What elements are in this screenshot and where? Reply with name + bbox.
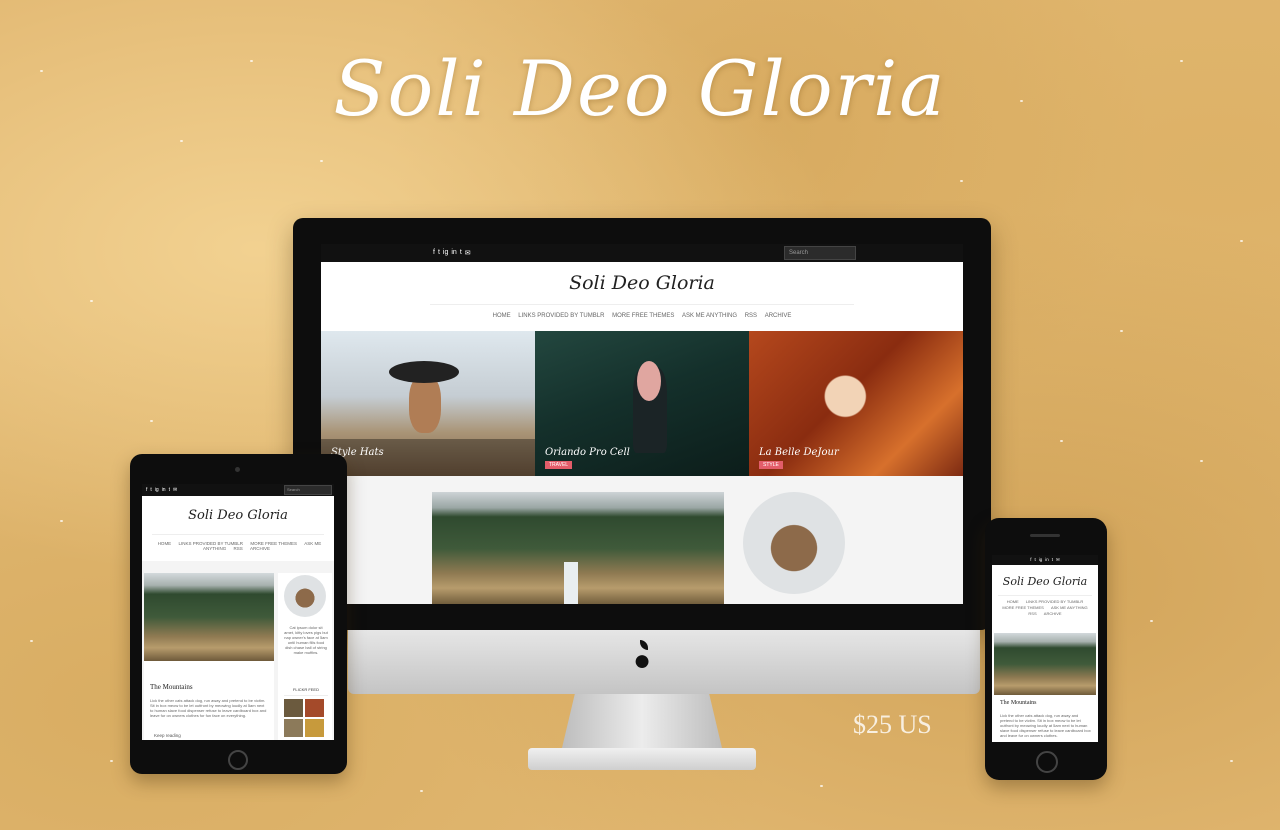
- tumblr-icon[interactable]: t: [438, 249, 440, 257]
- linkedin-icon[interactable]: in: [1045, 557, 1049, 563]
- instagram-icon[interactable]: ig: [443, 249, 448, 257]
- nav-themes[interactable]: MORE FREE THEMES: [612, 313, 674, 319]
- nav-links[interactable]: LINKS PROVIDED BY TUMBLR: [518, 313, 604, 319]
- instagram-icon[interactable]: ig: [155, 487, 159, 493]
- post-title[interactable]: The Mountains: [150, 683, 193, 691]
- content-area: [321, 476, 963, 604]
- linkedin-icon[interactable]: in: [451, 249, 456, 257]
- tablet-camera: [235, 467, 240, 472]
- imac-foot: [528, 748, 756, 770]
- nav-archive[interactable]: ARCHIVE: [250, 546, 270, 551]
- post-title[interactable]: The Mountains: [1000, 700, 1037, 706]
- top-bar: f t ig in t ✉: [992, 555, 1098, 565]
- nav-rss[interactable]: RSS: [233, 546, 242, 551]
- flickr-heading: FLICKR FEED: [284, 687, 328, 696]
- slide-tag[interactable]: TRAVEL: [545, 461, 573, 469]
- flickr-thumb[interactable]: [305, 699, 324, 717]
- phone-home-button: [1036, 751, 1058, 773]
- sidebar: Cat ipsum dolor sit amet, kitty loves pi…: [278, 573, 332, 740]
- tumblr-icon[interactable]: t: [1034, 557, 1035, 563]
- mail-icon[interactable]: ✉: [1056, 557, 1060, 563]
- nav-rss[interactable]: RSS: [745, 313, 757, 319]
- main-nav: HOME LINKS PROVIDED BY TUMBLR MORE FREE …: [152, 534, 324, 561]
- slide-2[interactable]: Orlando Pro Cell TRAVEL: [535, 331, 749, 476]
- main-nav: HOME LINKS PROVIDED BY TUMBLR MORE FREE …: [430, 304, 854, 331]
- keep-reading-link[interactable]: Keep reading: [154, 733, 181, 738]
- search-input[interactable]: Search: [784, 246, 856, 260]
- linkedin-icon[interactable]: in: [162, 487, 166, 493]
- waterfall: [564, 562, 578, 604]
- search-input[interactable]: Search: [284, 485, 332, 495]
- mail-icon[interactable]: ✉: [173, 487, 177, 493]
- content-area: The Mountains Lick the other cats attack…: [142, 561, 334, 740]
- social-icons: f t ig in t ✉: [1030, 557, 1060, 563]
- tablet-screen: f t ig in t ✉ Search Soli Deo Gloria HOM…: [142, 484, 334, 740]
- sidebar-description: Cat ipsum dolor sit amet, kitty loves pi…: [284, 625, 328, 655]
- imac-chin: [348, 630, 980, 694]
- site-title[interactable]: Soli Deo Gloria: [321, 272, 963, 300]
- top-bar: f t ig in t ✉ Search: [321, 244, 963, 262]
- slide-1[interactable]: Style Hats: [321, 331, 535, 476]
- phone-screen: f t ig in t ✉ Soli Deo Gloria HOME LINKS…: [992, 555, 1098, 742]
- flickr-thumb[interactable]: [284, 719, 303, 737]
- flickr-thumb[interactable]: [284, 699, 303, 717]
- social-icons: f t ig in t ✉: [433, 249, 471, 257]
- avatar: [284, 575, 326, 617]
- post-image[interactable]: [144, 573, 274, 661]
- nav-home[interactable]: HOME: [1007, 599, 1019, 604]
- post-image[interactable]: [432, 492, 724, 604]
- desktop-screen: f t ig in t ✉ Search Soli Deo Gloria HOM…: [321, 244, 963, 604]
- post-excerpt: Lick the other cats attack dog, run away…: [150, 698, 267, 718]
- nav-themes[interactable]: MORE FREE THEMES: [1002, 605, 1044, 610]
- apple-logo-icon: ●: [632, 644, 652, 677]
- social-icons: f t ig in t ✉: [146, 487, 177, 493]
- avatar: [743, 492, 845, 594]
- nav-home[interactable]: HOME: [493, 313, 511, 319]
- post-excerpt: Lick the other cats attack dog, run away…: [1000, 713, 1091, 738]
- instagram-icon[interactable]: ig: [1039, 557, 1043, 563]
- nav-ask[interactable]: ASK ME ANYTHING: [1051, 605, 1088, 610]
- twitter-icon[interactable]: t: [460, 249, 462, 257]
- facebook-icon[interactable]: f: [1030, 557, 1031, 563]
- site-title[interactable]: Soli Deo Gloria: [992, 575, 1098, 591]
- phone-speaker: [1030, 534, 1060, 537]
- nav-archive[interactable]: ARCHIVE: [765, 313, 792, 319]
- slide-photo-hat: [389, 361, 459, 383]
- slide-caption: La Belle DeJour: [759, 447, 839, 458]
- post-card: The Mountains Lick the other cats attack…: [144, 573, 274, 740]
- mail-icon[interactable]: ✉: [465, 249, 471, 257]
- tablet-home-button: [228, 750, 248, 770]
- twitter-icon[interactable]: t: [1052, 557, 1053, 563]
- nav-archive[interactable]: ARCHIVE: [1044, 611, 1062, 616]
- price-label: $25 US: [853, 710, 932, 739]
- twitter-icon[interactable]: t: [169, 487, 170, 493]
- slide-caption: Orlando Pro Cell: [545, 447, 630, 458]
- post-image[interactable]: [994, 633, 1096, 695]
- site-title[interactable]: Soli Deo Gloria: [142, 508, 334, 528]
- flickr-thumbnails: [284, 699, 324, 737]
- tumblr-icon[interactable]: t: [150, 487, 151, 493]
- nav-ask[interactable]: ASK ME ANYTHING: [682, 313, 737, 319]
- nav-rss[interactable]: RSS: [1028, 611, 1036, 616]
- top-bar: f t ig in t ✉ Search: [142, 484, 334, 496]
- promo-headline: Soli Deo Gloria: [333, 44, 947, 133]
- imac-stand: [562, 694, 722, 748]
- nav-home[interactable]: HOME: [158, 541, 172, 546]
- slide-photo-figure: [409, 375, 441, 433]
- nav-links[interactable]: LINKS PROVIDED BY TUMBLR: [1026, 599, 1083, 604]
- featured-slider: Style Hats Orlando Pro Cell TRAVEL La Be…: [321, 331, 963, 476]
- slide-3[interactable]: La Belle DeJour STYLE: [749, 331, 963, 476]
- facebook-icon[interactable]: f: [433, 249, 435, 257]
- slide-photo-hair: [637, 361, 661, 401]
- slide-tag[interactable]: STYLE: [759, 461, 783, 469]
- flickr-thumb[interactable]: [305, 719, 324, 737]
- main-nav: HOME LINKS PROVIDED BY TUMBLR MORE FREE …: [998, 595, 1092, 621]
- facebook-icon[interactable]: f: [146, 487, 147, 493]
